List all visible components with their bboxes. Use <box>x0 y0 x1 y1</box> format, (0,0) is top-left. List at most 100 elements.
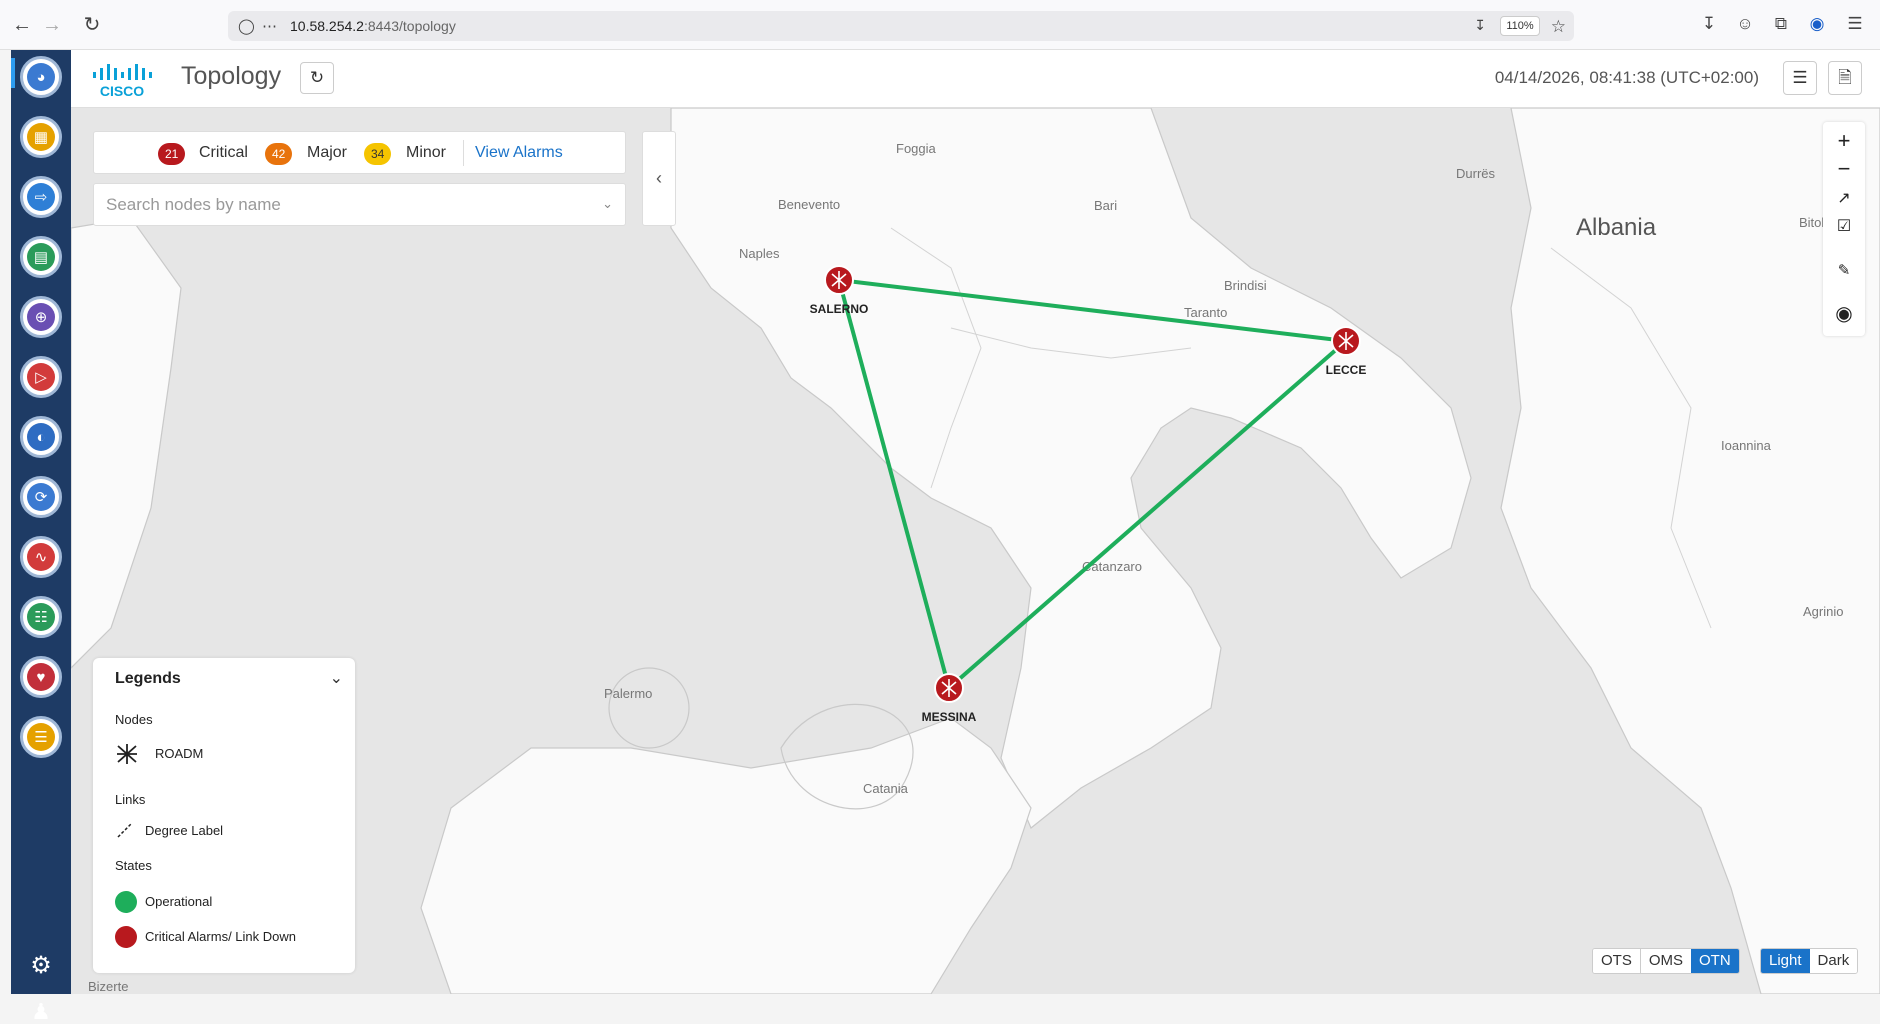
browser-toolbar: ← → ↻ ◯ ⋯ 10.58.254.2:8443/topology ↧ 11… <box>0 0 1880 50</box>
sliders-icon: ☰ <box>1792 68 1808 87</box>
sidebar-import-icon[interactable]: ⇨ <box>20 176 62 218</box>
country-label: Albania <box>1576 214 1657 241</box>
city-label: Ioannina <box>1721 438 1772 453</box>
legend-links-heading: Links <box>115 792 146 807</box>
legend-operational-label: Operational <box>145 894 213 909</box>
city-label: Brindisi <box>1224 278 1267 293</box>
menu-icon[interactable]: ☰ <box>1844 14 1866 34</box>
chevron-down-icon[interactable]: ⌄ <box>602 196 613 212</box>
critical-count-badge[interactable]: 21 <box>158 143 186 165</box>
sidebar-performance-icon[interactable]: ◐ <box>20 416 62 458</box>
zoom-level[interactable]: 110% <box>1500 16 1540 36</box>
theme-dark[interactable]: Dark <box>1809 949 1858 973</box>
lock-icon[interactable]: ☑ <box>1823 214 1865 240</box>
legend-degree-label: Degree Label <box>145 823 224 838</box>
active-indicator <box>11 58 15 88</box>
divider <box>463 140 464 166</box>
cisco-logo-text: CISCO <box>100 83 144 99</box>
zoom-in-icon[interactable]: + <box>1823 128 1865 154</box>
edit-pencil-icon[interactable]: ✎ <box>1823 258 1865 284</box>
site-info-icon[interactable]: ⋯ <box>262 17 277 35</box>
major-label: Major <box>307 144 348 161</box>
legend-title: Legends <box>115 670 181 687</box>
layer-ots[interactable]: OTS <box>1593 949 1640 973</box>
back-icon[interactable]: ← <box>10 13 34 37</box>
sidebar-network-icon[interactable]: ☷ <box>20 596 62 638</box>
layer-toggle: OTS OMS OTN <box>1592 948 1740 974</box>
zoom-out-icon[interactable]: − <box>1823 156 1865 182</box>
major-count-badge[interactable]: 42 <box>265 143 293 165</box>
city-label: Durrës <box>1456 166 1496 181</box>
sidebar-inventory-icon[interactable]: ▤ <box>20 236 62 278</box>
roadm-icon <box>117 744 137 764</box>
reload-icon[interactable]: ↻ <box>80 13 104 37</box>
city-label: Taranto <box>1184 305 1227 320</box>
legend-roadm-label: ROADM <box>155 746 204 761</box>
url-text[interactable]: 10.58.254.2:8443/topology <box>290 18 456 34</box>
user-profile-icon[interactable]: ♟ <box>29 1000 53 1024</box>
sidebar-monitoring-icon[interactable]: ♥ <box>20 656 62 698</box>
address-bar[interactable]: ◯ ⋯ 10.58.254.2:8443/topology ↧ 110% ☆ <box>228 11 1574 41</box>
cisco-logo: CISCO <box>93 64 152 99</box>
operational-dot-icon <box>115 891 137 913</box>
theme-toggle: Light Dark <box>1760 948 1859 974</box>
document-icon: 🗎 <box>1838 68 1852 87</box>
downloads-icon[interactable]: ↧ <box>1698 14 1720 34</box>
chevron-down-icon[interactable]: ⌄ <box>330 668 343 688</box>
timestamp: 04/14/2026, 08:41:38 (UTC+02:00) <box>1494 68 1759 87</box>
layer-oms[interactable]: OMS <box>1639 949 1692 973</box>
node-label: SALERNO <box>810 302 869 316</box>
view-alarms-link[interactable]: View Alarms <box>475 144 563 162</box>
sidebar-circuits-icon[interactable]: ⟳ <box>20 476 62 518</box>
alarm-summary: 21 Critical 42 Major 34 Minor View Alarm… <box>93 131 626 174</box>
sidebar-topology-icon[interactable]: ◕ <box>20 56 62 98</box>
refresh-button[interactable]: ↻ <box>300 62 334 94</box>
legend-states-heading: States <box>115 858 152 873</box>
layer-otn[interactable]: OTN <box>1691 949 1739 973</box>
critical-dot-icon <box>115 926 137 948</box>
city-label: Bari <box>1094 198 1117 213</box>
save-page-icon[interactable]: ↧ <box>1474 17 1486 34</box>
theme-light[interactable]: Light <box>1761 949 1810 973</box>
city-label: Catania <box>863 781 909 796</box>
app-sidebar: ◕ ▦ ⇨ ▤ ⊕ ▷ ◐ ⟳ ∿ ☷ ♥ ☰ ⚙ ♟ <box>11 50 71 1024</box>
refresh-icon: ↻ <box>309 68 325 87</box>
fit-to-screen-icon[interactable]: ↗ <box>1823 186 1865 212</box>
forward-icon[interactable]: → <box>40 13 64 37</box>
visibility-eye-icon[interactable]: ◉ <box>1823 294 1865 334</box>
sidebar-analytics-icon[interactable]: ∿ <box>20 536 62 578</box>
chevron-left-icon: ‹ <box>656 168 662 188</box>
node-label: LECCE <box>1326 363 1367 377</box>
password-manager-icon[interactable]: ◉ <box>1806 14 1828 34</box>
settings-gear-icon[interactable]: ⚙ <box>29 954 53 978</box>
city-label: Naples <box>739 246 780 261</box>
shield-icon[interactable]: ◯ <box>238 17 255 35</box>
sidebar-alarms-icon[interactable]: ▷ <box>20 356 62 398</box>
critical-label: Critical <box>199 144 248 161</box>
sidebar-storage-icon[interactable]: ☰ <box>20 716 62 758</box>
sidebar-provisioning-icon[interactable]: ⊕ <box>20 296 62 338</box>
app-header: CISCO Topology ↻ 04/14/2026, 08:41:38 (U… <box>71 50 1880 108</box>
city-label: Palermo <box>604 686 652 701</box>
search-input[interactable] <box>106 192 576 218</box>
minor-count-badge[interactable]: 34 <box>364 143 392 165</box>
bookmark-star-icon[interactable]: ☆ <box>1551 17 1566 37</box>
node-search[interactable]: ⌄ <box>93 183 626 226</box>
city-label: Bizerte <box>88 979 128 994</box>
node-label: MESSINA <box>922 710 977 724</box>
collapse-panel-button[interactable]: ‹ <box>642 131 676 226</box>
export-report-button[interactable]: 🗎 <box>1828 61 1862 95</box>
legend-panel: Legends ⌄ Nodes ROADM Links Degree Label… <box>93 658 355 973</box>
degree-label-icon <box>117 822 133 838</box>
sidebar-devices-icon[interactable]: ▦ <box>20 116 62 158</box>
minor-label: Minor <box>406 144 447 161</box>
city-label: Benevento <box>778 197 840 212</box>
extensions-icon[interactable]: ⧉ <box>1770 14 1792 34</box>
city-label: Foggia <box>896 141 937 156</box>
page-title: Topology <box>181 62 282 90</box>
city-label: Agrinio <box>1803 604 1843 619</box>
legend-critical-label: Critical Alarms/ Link Down <box>145 929 296 944</box>
account-icon[interactable]: ☺ <box>1734 14 1756 34</box>
filter-settings-button[interactable]: ☰ <box>1783 61 1817 95</box>
legend-nodes-heading: Nodes <box>115 712 153 727</box>
